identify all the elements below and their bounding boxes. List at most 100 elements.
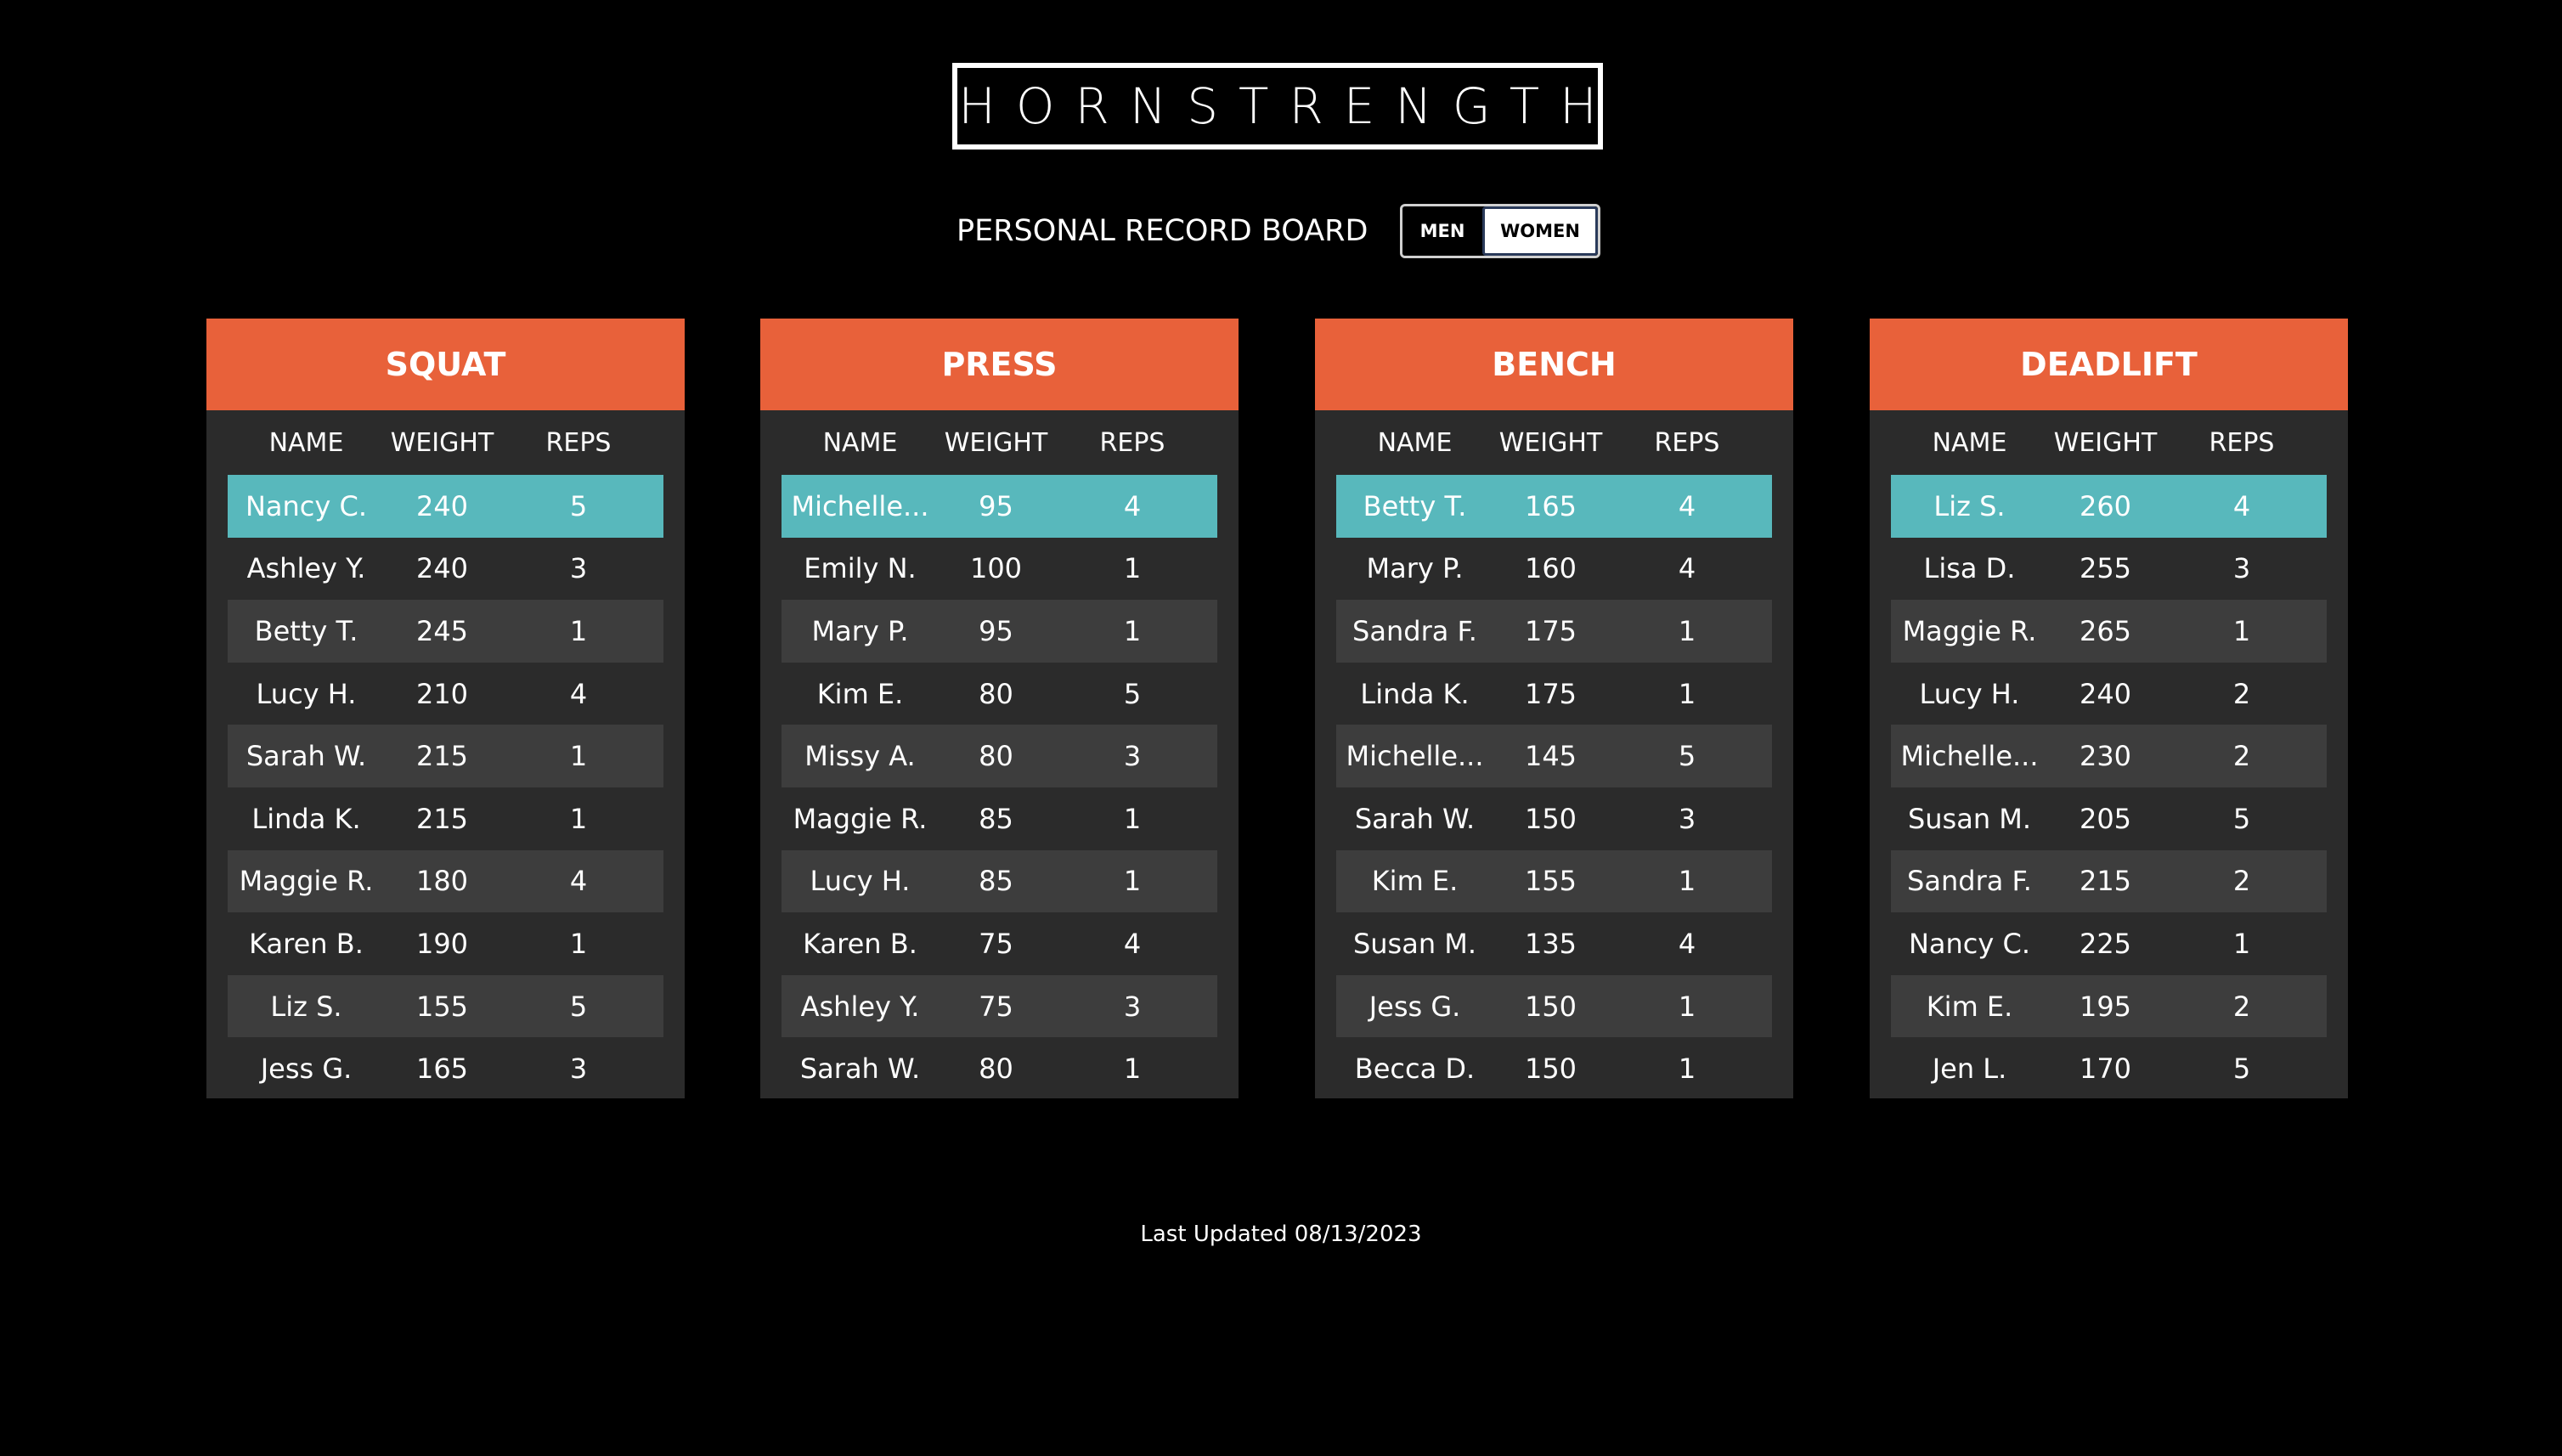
lift-reps: 1 xyxy=(569,927,588,960)
table-row-top-record: Michelle... 95 4 xyxy=(782,475,1217,538)
lift-weight: 145 xyxy=(1524,740,1577,773)
table-row: Nancy C. 225 1 xyxy=(1891,912,2327,975)
lift-weight: 85 xyxy=(979,865,1013,898)
column-header-weight: WEIGHT xyxy=(944,427,1048,458)
lift-weight: 165 xyxy=(1524,489,1577,522)
athlete-name: Becca D. xyxy=(1354,1052,1476,1086)
athlete-name: Mary P. xyxy=(1366,552,1464,585)
lift-weight: 150 xyxy=(1524,802,1577,835)
lift-reps: 1 xyxy=(1678,990,1696,1023)
lift-reps: 3 xyxy=(569,552,588,585)
lift-reps: 1 xyxy=(569,740,588,773)
athlete-name: Michelle... xyxy=(1900,740,2039,773)
lift-weight: 210 xyxy=(415,677,469,710)
table-row: Liz S. 155 5 xyxy=(228,974,663,1038)
lift-weight: 205 xyxy=(2079,802,2132,835)
table-row: Sandra F. 175 1 xyxy=(1336,600,1772,663)
lift-reps: 3 xyxy=(2232,552,2251,585)
table-row: Linda K. 175 1 xyxy=(1336,663,1772,725)
table-row: Emily N. 100 1 xyxy=(782,538,1217,601)
lift-reps: 3 xyxy=(1123,740,1142,773)
lift-weight: 240 xyxy=(2079,677,2132,710)
lift-weight: 215 xyxy=(2079,865,2132,898)
athlete-name: Sarah W. xyxy=(245,740,367,773)
table-row: Karen B. 75 4 xyxy=(782,912,1217,975)
column-headers: NAME WEIGHT REPS xyxy=(760,410,1239,475)
lift-reps: 1 xyxy=(2232,614,2251,647)
lift-reps: 5 xyxy=(1678,740,1696,773)
lift-reps: 1 xyxy=(1678,1052,1696,1086)
table-row: Sarah W. 80 1 xyxy=(782,1037,1217,1100)
athlete-name: Susan M. xyxy=(1352,927,1477,960)
lift-weight: 155 xyxy=(415,990,469,1023)
lift-card-bench: BENCH NAME WEIGHT REPS Betty T. 165 4 Mary P. 16… xyxy=(1315,319,1793,1098)
lift-weight: 100 xyxy=(969,552,1023,585)
athlete-name: Maggie R. xyxy=(1902,614,2037,647)
lift-weight: 230 xyxy=(2079,740,2132,773)
men-toggle-button[interactable]: MEN xyxy=(1402,206,1482,256)
lift-weight: 215 xyxy=(415,740,469,773)
athlete-name: Karen B. xyxy=(803,927,917,960)
athlete-name: Mary P. xyxy=(811,614,909,647)
lift-reps: 1 xyxy=(569,802,588,835)
athlete-name: Nancy C. xyxy=(245,489,368,522)
women-toggle-button[interactable]: WOMEN xyxy=(1482,206,1598,256)
lift-weight: 265 xyxy=(2079,614,2132,647)
lift-weight: 240 xyxy=(415,489,469,522)
lift-reps: 1 xyxy=(1678,865,1696,898)
lift-weight: 190 xyxy=(415,927,469,960)
table-row: Kim E. 195 2 xyxy=(1891,974,2327,1038)
table-row: Maggie R. 265 1 xyxy=(1891,600,2327,663)
lift-card-press: PRESS NAME WEIGHT REPS Michelle... 95 4 Emily N… xyxy=(760,319,1239,1098)
athlete-name: Nancy C. xyxy=(1908,927,2031,960)
lift-weight: 170 xyxy=(2079,1052,2132,1086)
column-header-name: NAME xyxy=(1932,427,2007,458)
lift-reps: 4 xyxy=(569,865,588,898)
lift-weight: 175 xyxy=(1524,614,1577,647)
athlete-name: Kim E. xyxy=(816,677,904,710)
column-headers: NAME WEIGHT REPS xyxy=(206,410,685,475)
athlete-name: Betty T. xyxy=(1363,489,1467,522)
lift-weight: 75 xyxy=(979,990,1013,1023)
table-row: Missy A. 80 3 xyxy=(782,725,1217,787)
lift-weight: 195 xyxy=(2079,990,2132,1023)
lift-weight: 150 xyxy=(1524,1052,1577,1086)
lift-reps: 2 xyxy=(2232,865,2251,898)
table-row: Lucy H. 240 2 xyxy=(1891,663,2327,725)
lift-weight: 80 xyxy=(979,1052,1013,1086)
lift-reps: 5 xyxy=(569,489,588,522)
record-rows: Betty T. 165 4 Mary P. 160 4 Sandra F. 175 1 Lind… xyxy=(1315,475,1793,1100)
athlete-name: Lucy H. xyxy=(256,677,357,710)
athlete-name: Jen L. xyxy=(1932,1052,2007,1086)
table-row: Linda K. 215 1 xyxy=(228,787,663,850)
lift-reps: 1 xyxy=(1678,614,1696,647)
table-row: Ashley Y. 75 3 xyxy=(782,974,1217,1038)
column-headers: NAME WEIGHT REPS xyxy=(1315,410,1793,475)
table-row: Lucy H. 210 4 xyxy=(228,663,663,725)
lift-reps: 4 xyxy=(1123,927,1142,960)
athlete-name: Lucy H. xyxy=(1919,677,2020,710)
gender-toggle: MEN WOMEN xyxy=(1400,204,1600,258)
lift-reps: 3 xyxy=(1678,802,1696,835)
athlete-name: Kim E. xyxy=(1371,865,1459,898)
athlete-name: Ashley Y. xyxy=(246,552,366,585)
lift-reps: 4 xyxy=(1678,552,1696,585)
lift-reps: 2 xyxy=(2232,990,2251,1023)
lift-title: SQUAT xyxy=(206,319,685,410)
athlete-name: Karen B. xyxy=(249,927,364,960)
athlete-name: Missy A. xyxy=(804,740,916,773)
table-row: Kim E. 155 1 xyxy=(1336,849,1772,913)
athlete-name: Betty T. xyxy=(254,614,358,647)
athlete-name: Ashley Y. xyxy=(800,990,920,1023)
board-header: PERSONAL RECORD BOARD xyxy=(957,200,1398,262)
table-row-top-record: Nancy C. 240 5 xyxy=(228,475,663,538)
athlete-name: Lisa D. xyxy=(1923,552,2016,585)
athlete-name: Jess G. xyxy=(1368,990,1461,1023)
lift-weight: 150 xyxy=(1524,990,1577,1023)
athlete-name: Linda K. xyxy=(251,802,361,835)
lift-weight: 165 xyxy=(415,1052,469,1086)
table-row: Maggie R. 85 1 xyxy=(782,787,1217,850)
table-row: Maggie R. 180 4 xyxy=(228,849,663,913)
lift-reps: 2 xyxy=(2232,677,2251,710)
table-row: Sarah W. 215 1 xyxy=(228,725,663,787)
